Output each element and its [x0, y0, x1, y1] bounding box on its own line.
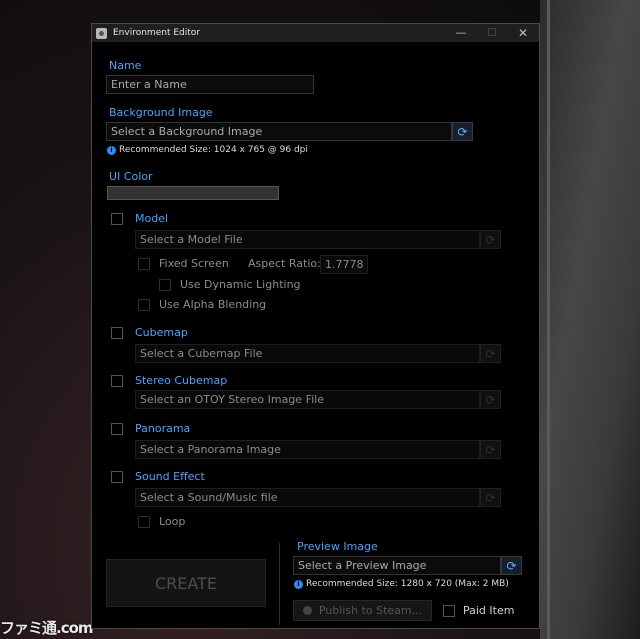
panorama-file-input[interactable]: Select a Panorama Image — [135, 440, 480, 459]
create-button[interactable]: CREATE — [106, 559, 266, 607]
aspect-ratio-input[interactable]: 1.7778 — [320, 255, 368, 274]
cubemap-label: Cubemap — [135, 326, 188, 339]
model-label: Model — [135, 212, 169, 225]
watermark: ファミ通.com — [0, 619, 94, 637]
alpha-blending-checkbox[interactable] — [138, 299, 150, 311]
sound-effect-checkbox[interactable] — [111, 471, 123, 483]
fixed-screen-label: Fixed Screen — [159, 257, 229, 270]
background-image-browse-button[interactable]: ⟳ — [452, 122, 473, 141]
refresh-icon: ⟳ — [485, 346, 496, 361]
preview-image-input[interactable]: Select a Preview Image — [293, 556, 501, 575]
background-image-input[interactable]: Select a Background Image — [106, 122, 452, 141]
info-icon: i — [294, 579, 303, 589]
stereo-cubemap-file-input[interactable]: Select an OTOY Stereo Image File — [135, 390, 480, 409]
cubemap-checkbox[interactable] — [111, 327, 123, 339]
window-title: Environment Editor — [113, 28, 200, 38]
fixed-screen-checkbox[interactable] — [138, 258, 150, 270]
loop-label: Loop — [159, 515, 186, 528]
background-case-edge — [547, 0, 550, 639]
model-checkbox[interactable] — [111, 213, 123, 225]
name-label: Name — [109, 59, 142, 72]
refresh-icon: ⟳ — [485, 392, 496, 407]
refresh-icon: ⟳ — [457, 124, 468, 139]
background-pc-case — [540, 0, 640, 639]
preview-image-browse-button[interactable]: ⟳ — [501, 556, 522, 575]
dynamic-lighting-checkbox[interactable] — [159, 279, 171, 291]
background-image-label: Background Image — [109, 106, 213, 119]
publish-label: Publish to Steam... — [318, 604, 423, 617]
title-bar[interactable]: Environment Editor — ☐ ✕ — [92, 24, 539, 42]
publish-to-steam-button[interactable]: Publish to Steam... — [293, 600, 432, 621]
model-file-input[interactable]: Select a Model File — [135, 230, 480, 249]
ui-color-swatch[interactable] — [107, 186, 279, 200]
refresh-icon: ⟳ — [485, 442, 496, 457]
info-icon: i — [107, 145, 116, 155]
cubemap-browse-button[interactable]: ⟳ — [480, 344, 501, 363]
steam-icon — [302, 606, 312, 615]
dynamic-lighting-label: Use Dynamic Lighting — [180, 278, 301, 291]
alpha-blending-label: Use Alpha Blending — [159, 298, 267, 311]
background-image-recommendation: i Recommended Size: 1024 x 765 @ 96 dpi — [107, 145, 308, 155]
panorama-checkbox[interactable] — [111, 423, 123, 435]
paid-item-checkbox[interactable] — [443, 605, 455, 617]
environment-editor-window: Environment Editor — ☐ ✕ Name Enter a Na… — [91, 23, 540, 629]
name-input[interactable]: Enter a Name — [106, 75, 314, 94]
preview-recommended-text: Recommended Size: 1280 x 720 (Max: 2 MB) — [306, 579, 509, 589]
panorama-label: Panorama — [135, 422, 191, 435]
background-recommended-text: Recommended Size: 1024 x 765 @ 96 dpi — [119, 145, 308, 155]
app-icon — [96, 27, 107, 39]
minimize-button[interactable]: — — [446, 24, 476, 42]
cubemap-file-input[interactable]: Select a Cubemap File — [135, 344, 480, 363]
ui-color-label: UI Color — [109, 170, 153, 183]
aspect-ratio-label: Aspect Ratio: — [248, 257, 321, 270]
model-browse-button[interactable]: ⟳ — [480, 230, 501, 249]
stereo-cubemap-browse-button[interactable]: ⟳ — [480, 390, 501, 409]
stereo-cubemap-label: Stereo Cubemap — [135, 374, 228, 387]
paid-item-label: Paid Item — [463, 604, 515, 617]
refresh-icon: ⟳ — [485, 490, 496, 505]
refresh-icon: ⟳ — [506, 558, 517, 573]
preview-image-label: Preview Image — [297, 540, 378, 553]
sound-effect-file-input[interactable]: Select a Sound/Music file — [135, 488, 480, 507]
divider — [279, 543, 280, 625]
refresh-icon: ⟳ — [485, 232, 496, 247]
panorama-browse-button[interactable]: ⟳ — [480, 440, 501, 459]
loop-checkbox[interactable] — [138, 516, 150, 528]
sound-effect-label: Sound Effect — [135, 470, 205, 483]
stereo-cubemap-checkbox[interactable] — [111, 375, 123, 387]
maximize-button[interactable]: ☐ — [477, 24, 507, 42]
close-button[interactable]: ✕ — [508, 24, 538, 42]
sound-effect-browse-button[interactable]: ⟳ — [480, 488, 501, 507]
preview-image-recommendation: i Recommended Size: 1280 x 720 (Max: 2 M… — [294, 579, 509, 589]
